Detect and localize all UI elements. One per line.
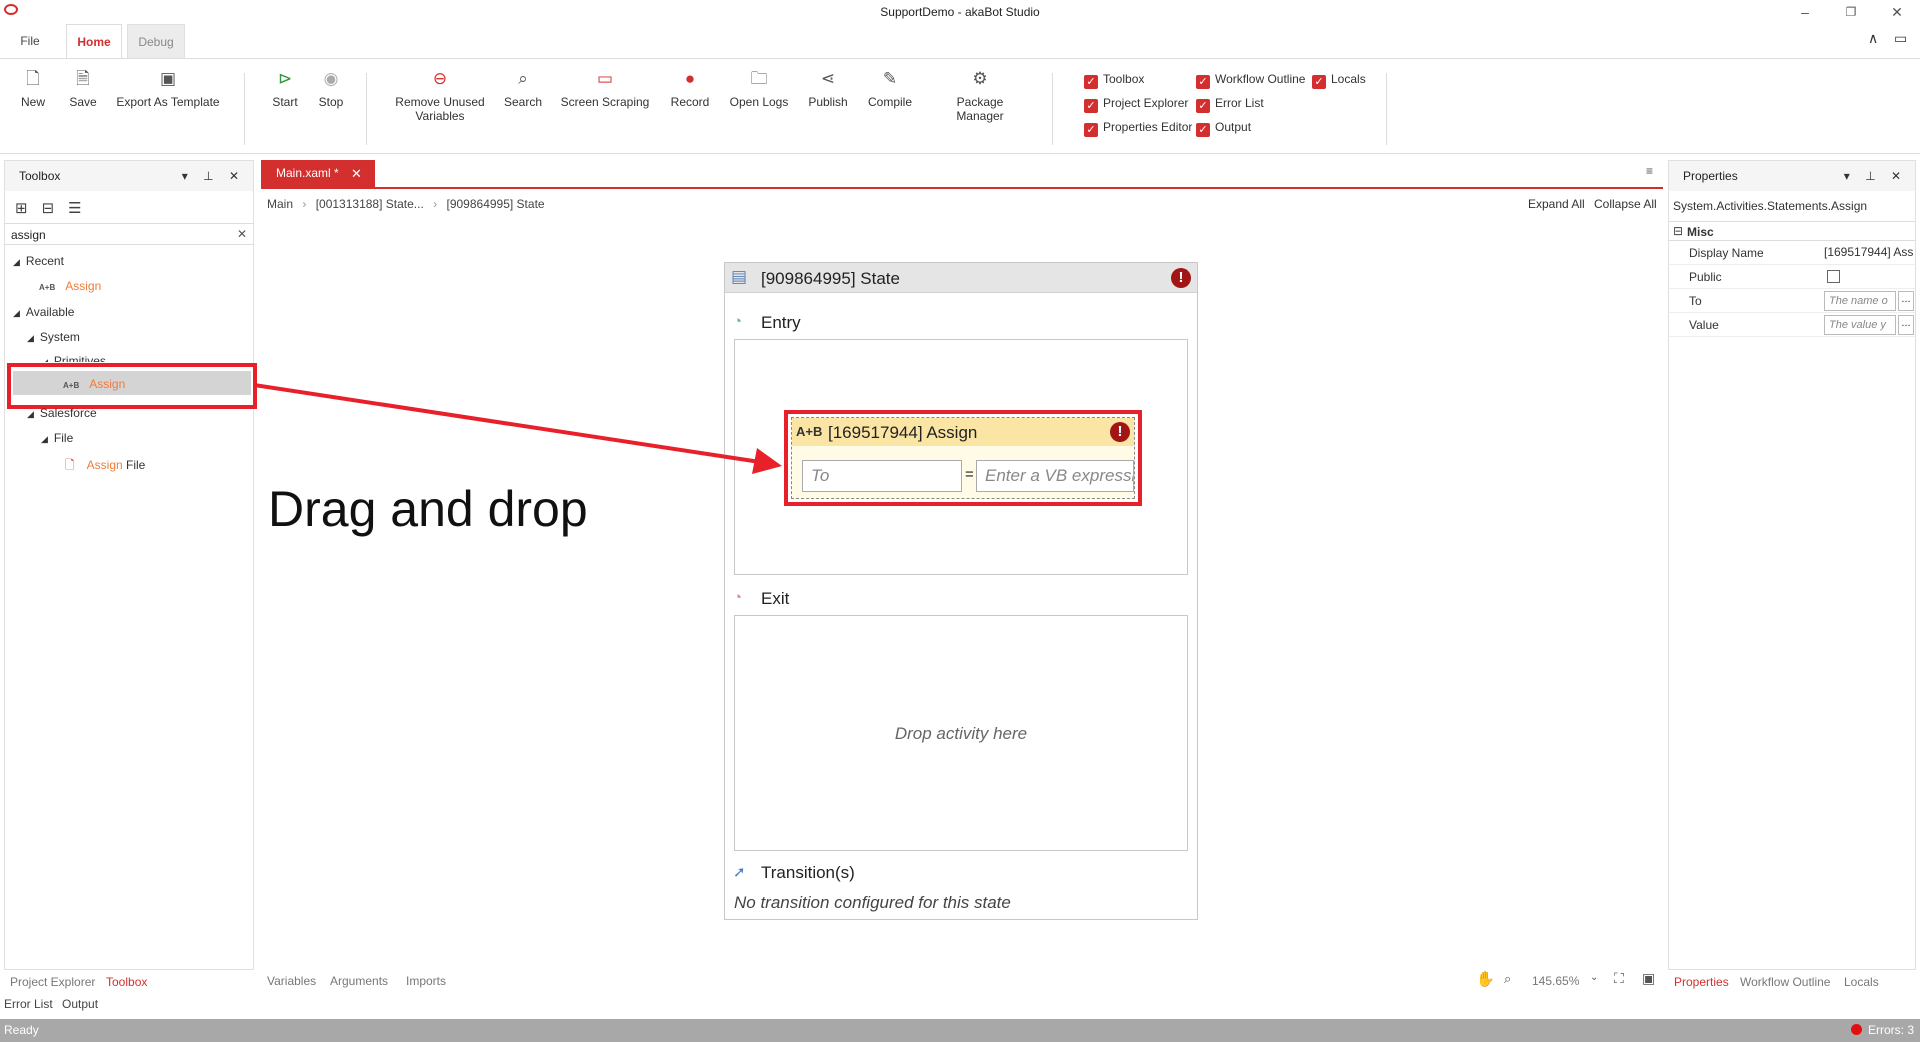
zoom-icon[interactable]: ⌕ [1504, 971, 1511, 987]
error-dot-icon [1850, 1024, 1862, 1035]
zoom-dropdown-icon[interactable]: ⌄ [1590, 972, 1598, 983]
status-bar: Ready Errors: 3 [0, 1019, 1920, 1042]
overview-icon[interactable]: ▣ [1642, 970, 1655, 987]
value-expression-button[interactable]: ... [1898, 315, 1914, 335]
misc-category[interactable]: ⊟ Misc [1669, 221, 1915, 241]
tab-locals[interactable]: Locals [1844, 975, 1879, 989]
zoom-level[interactable]: 145.65% [1532, 974, 1579, 988]
status-text: Ready [4, 1023, 39, 1037]
property-value[interactable]: Value The value y... [1669, 313, 1915, 337]
public-checkbox[interactable] [1827, 270, 1840, 283]
fit-screen-icon[interactable]: ⛶ [1614, 970, 1624, 987]
error-count[interactable]: Errors: 3 [1850, 1023, 1914, 1037]
tab-arguments[interactable]: Arguments [330, 974, 388, 988]
to-input[interactable]: The name o [1824, 291, 1896, 311]
drag-and-drop-annotation: Drag and drop [268, 481, 588, 537]
value-input[interactable]: The value y [1824, 315, 1896, 335]
tab-variables[interactable]: Variables [267, 974, 316, 988]
tab-properties[interactable]: Properties [1674, 975, 1729, 989]
tab-toolbox[interactable]: Toolbox [106, 975, 147, 989]
properties-panel: Properties ▾ ⊥ ✕ System.Activities.State… [1668, 160, 1916, 970]
property-public[interactable]: Public [1669, 265, 1915, 289]
property-display-name[interactable]: Display Name [169517944] Assi [1669, 241, 1915, 265]
to-expression-button[interactable]: ... [1898, 291, 1914, 311]
properties-header: Properties ▾ ⊥ ✕ [1669, 161, 1915, 191]
property-to[interactable]: To The name o... [1669, 289, 1915, 313]
tab-error-list[interactable]: Error List [4, 997, 53, 1011]
tab-workflow-outline[interactable]: Workflow Outline [1740, 975, 1830, 989]
collapse-category-icon[interactable]: ⊟ [1673, 224, 1683, 238]
tab-project-explorer[interactable]: Project Explorer [10, 975, 95, 989]
tab-output[interactable]: Output [62, 997, 98, 1011]
pan-hand-icon[interactable]: ✋ [1476, 970, 1495, 988]
panel-controls-icon[interactable]: ▾ ⊥ ✕ [1844, 161, 1907, 191]
properties-type: System.Activities.Statements.Assign [1673, 199, 1868, 213]
tab-imports[interactable]: Imports [406, 974, 446, 988]
